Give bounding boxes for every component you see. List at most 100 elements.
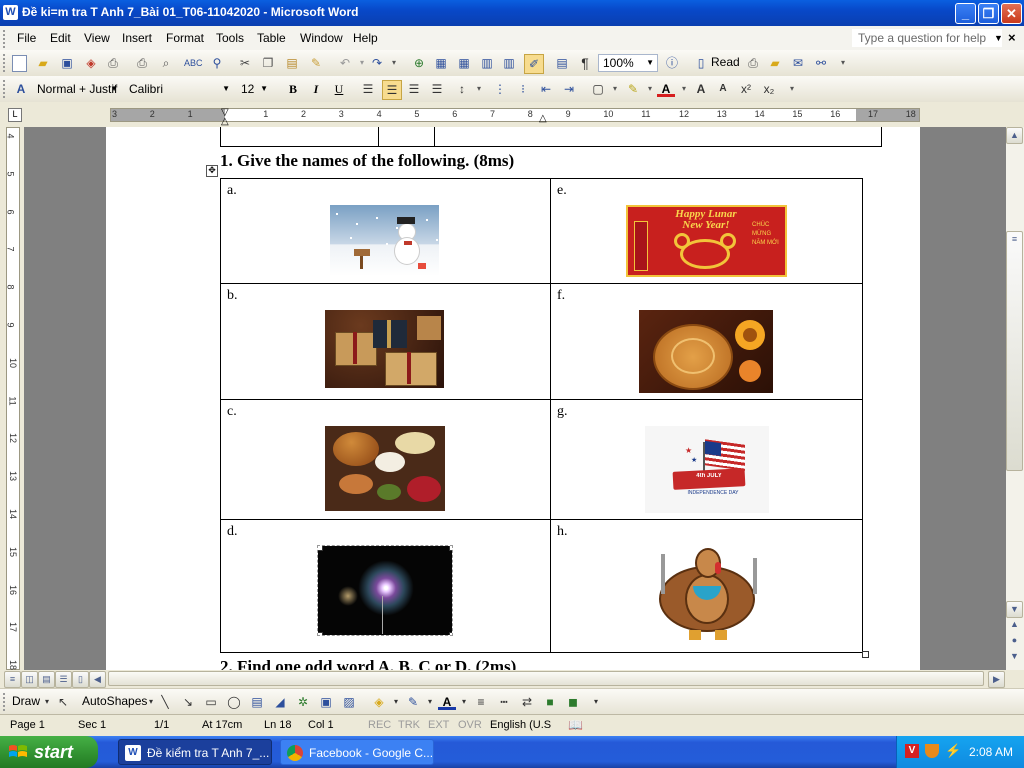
shrink-font-icon[interactable]: A xyxy=(714,80,732,98)
autoshapes-menu-button[interactable]: AutoShapes xyxy=(82,694,147,708)
size-select[interactable]: 12 ▼ xyxy=(236,80,272,98)
table-resize-handle-icon[interactable] xyxy=(862,651,869,658)
bullets-icon[interactable]: ⁝ xyxy=(514,80,532,98)
columns-icon[interactable]: ▥ xyxy=(500,54,518,72)
zoom-select[interactable]: 100% ▼ xyxy=(598,54,658,72)
menu-file[interactable]: File xyxy=(17,31,36,45)
minimize-button[interactable]: _ xyxy=(955,3,976,24)
fourth-of-july-picture[interactable]: 4th JULY INDEPENDENCE DAY ★ ★ xyxy=(645,426,769,513)
select-objects-icon[interactable]: ↖ xyxy=(54,693,72,711)
line-spacing-icon[interactable]: ↕ xyxy=(453,80,471,98)
align-right-icon[interactable]: ☰ xyxy=(405,80,423,98)
format-painter-icon[interactable]: ✎ xyxy=(307,54,325,72)
drawing-grip[interactable] xyxy=(3,693,8,711)
arrow-style-icon[interactable]: ⇄ xyxy=(518,693,536,711)
menu-grip[interactable] xyxy=(3,30,8,48)
fill-color-dropdown-icon[interactable]: ▾ xyxy=(387,693,405,711)
superscript-icon[interactable]: x² xyxy=(737,80,755,98)
clip-art-icon[interactable]: ▣ xyxy=(317,693,335,711)
drawing-icon[interactable]: ✐ xyxy=(524,54,544,74)
grow-font-icon[interactable]: A xyxy=(692,80,710,98)
web-layout-view-icon[interactable]: ◫ xyxy=(21,671,38,688)
title-bar[interactable]: W Đề ki=m tra T Anh 7_Bài 01_T06-1104202… xyxy=(0,0,1024,26)
border-dropdown-icon[interactable]: ▾ xyxy=(606,80,624,98)
status-track-changes[interactable]: TRK xyxy=(398,719,420,731)
thanksgiving-dinner-picture[interactable] xyxy=(325,426,445,511)
diagram-icon[interactable]: ✲ xyxy=(294,693,312,711)
menu-tools[interactable]: Tools xyxy=(216,31,244,45)
dash-style-icon[interactable]: ┅ xyxy=(495,693,513,711)
arrow-icon[interactable]: ↘ xyxy=(179,693,197,711)
tables-borders-icon[interactable]: ▦ xyxy=(432,54,450,72)
show-hide-icon[interactable]: ¶ xyxy=(576,54,594,72)
save-icon[interactable]: ▣ xyxy=(58,54,76,72)
find-icon[interactable]: ⚯ xyxy=(812,54,830,72)
print-alt-icon[interactable]: ⎙ xyxy=(744,54,762,72)
envelope-icon[interactable]: ✉ xyxy=(789,54,807,72)
spelling-icon[interactable]: ABC xyxy=(184,54,203,72)
hyperlink-icon[interactable]: ⊕ xyxy=(410,54,428,72)
oval-icon[interactable]: ◯ xyxy=(225,693,243,711)
numbering-icon[interactable]: ⋮ xyxy=(491,80,509,98)
menu-help[interactable]: Help xyxy=(353,31,378,45)
table-cell-e[interactable]: e. Happy Lunar New Year! CHÚC MỪNG NĂM M… xyxy=(551,179,862,283)
line-icon[interactable]: ╲ xyxy=(156,693,174,711)
pictures-table[interactable]: a. e. Happy Lunar New Year! CHÚC MỪNG NĂ… xyxy=(220,178,863,653)
menu-table[interactable]: Table xyxy=(257,31,286,45)
redo-icon[interactable]: ↷ xyxy=(368,54,386,72)
close-button[interactable]: ✕ xyxy=(1001,3,1022,24)
menu-window[interactable]: Window xyxy=(300,31,343,45)
vertical-scrollbar[interactable]: ▲ ≡ ▼ ▲ ● ▼ xyxy=(1006,127,1024,670)
table-cell-a[interactable]: a. xyxy=(221,179,550,283)
cut-icon[interactable]: ✂ xyxy=(236,54,254,72)
scroll-right-icon[interactable]: ▶ xyxy=(988,671,1005,688)
menu-view[interactable]: View xyxy=(84,31,110,45)
print-preview-icon[interactable]: ⌕ xyxy=(157,54,175,72)
mooncake-picture[interactable] xyxy=(639,310,773,393)
table-cell-d[interactable]: d. xyxy=(221,520,550,652)
spelling-status-icon[interactable]: 📖 xyxy=(568,718,583,732)
fill-color-icon[interactable]: ◈ xyxy=(370,693,388,711)
align-center-icon[interactable]: ☰ xyxy=(382,80,402,100)
email-icon[interactable]: ⎙ xyxy=(104,54,122,72)
draw-font-color-dropdown-icon[interactable]: ▾ xyxy=(455,693,473,711)
paste-icon[interactable]: ▤ xyxy=(283,54,301,72)
restore-button[interactable]: ❐ xyxy=(978,3,999,24)
research-icon[interactable]: ⚲ xyxy=(208,54,226,72)
table-cell-b[interactable]: b. xyxy=(221,284,550,399)
word-icon[interactable]: W xyxy=(3,5,18,20)
draw-menu-button[interactable]: Draw xyxy=(12,694,40,708)
right-indent-marker[interactable]: △ xyxy=(539,113,547,124)
open-folder-icon[interactable]: ▰ xyxy=(34,54,52,72)
document-close-icon[interactable]: × xyxy=(1008,30,1016,45)
scroll-up-icon[interactable]: ▲ xyxy=(1006,127,1023,144)
line-style-icon[interactable]: ≡ xyxy=(472,693,490,711)
line-color-dropdown-icon[interactable]: ▾ xyxy=(421,693,439,711)
table-cell-c[interactable]: c. xyxy=(221,400,550,519)
document-map-icon[interactable]: ▤ xyxy=(553,54,571,72)
subscript-icon[interactable]: x₂ xyxy=(760,80,778,98)
clock[interactable]: 2:08 AM xyxy=(969,745,1013,759)
menu-format[interactable]: Format xyxy=(166,31,204,45)
increase-indent-icon[interactable]: ⇥ xyxy=(560,80,578,98)
scroll-left-icon[interactable]: ◀ xyxy=(89,671,106,688)
cartoon-turkey-picture[interactable] xyxy=(649,544,765,646)
menu-insert[interactable]: Insert xyxy=(122,31,152,45)
start-button[interactable]: start xyxy=(0,736,98,768)
bold-icon[interactable]: B xyxy=(284,80,302,98)
network-tray-icon[interactable]: ⚡ xyxy=(945,743,961,759)
styles-formatting-icon[interactable]: A xyxy=(12,80,30,98)
outline-view-icon[interactable]: ☰ xyxy=(55,671,72,688)
ask-dropdown-icon[interactable]: ▼ xyxy=(994,33,1003,43)
insert-table-icon[interactable]: ▦ xyxy=(455,54,473,72)
select-browse-object-icon[interactable]: ● xyxy=(1006,633,1023,650)
justify-icon[interactable]: ☰ xyxy=(428,80,446,98)
formatting-grip[interactable] xyxy=(3,80,8,98)
antivirus-tray-icon[interactable]: V xyxy=(905,744,919,758)
menu-edit[interactable]: Edit xyxy=(50,31,71,45)
gift-boxes-picture[interactable] xyxy=(325,310,444,388)
document-area[interactable]: ✥ 1. Give the names of the following. (8… xyxy=(24,127,1006,670)
read-icon[interactable]: ▯ xyxy=(692,54,710,72)
toolbar-grip[interactable] xyxy=(3,54,8,72)
status-record-macro[interactable]: REC xyxy=(368,719,391,731)
